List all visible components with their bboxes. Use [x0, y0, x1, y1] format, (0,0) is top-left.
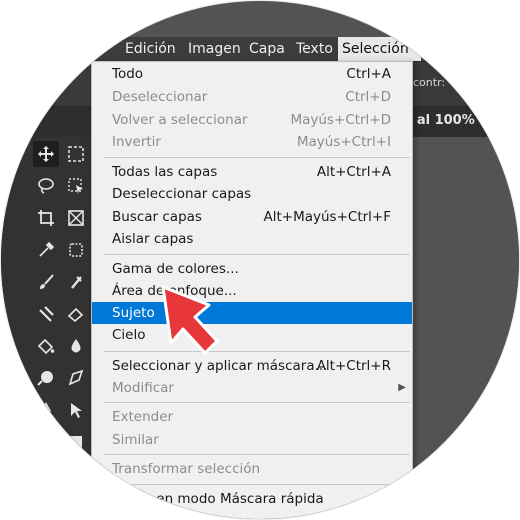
menu-item-deseleccionar: Deseleccionar Ctrl+D [112, 89, 391, 105]
pen-icon[interactable] [33, 397, 59, 423]
marquee-icon[interactable] [63, 141, 89, 167]
menu-item-modificar: Modificar ▶ [92, 377, 412, 399]
menu-item-transformar-seleccion: Transformar selección [112, 461, 261, 477]
menu-item-volver-a-seleccionar: Volver a seleccionar Mayús+Ctrl+D [112, 112, 391, 128]
seleccion-dropdown-menu: Todo Ctrl+A Deseleccionar Ctrl+D Volver … [91, 61, 413, 519]
stamp-icon[interactable] [33, 301, 59, 327]
menu-separator [104, 351, 410, 352]
document-tab-label[interactable]: d al 100% [403, 113, 475, 128]
screenshot-viewport: Edición Imagen Capa Texto Selección cont… [0, 0, 520, 520]
brush-icon[interactable] [33, 269, 59, 295]
menu-item-todas-las-capas[interactable]: Todas las capas Alt+Ctrl+A [92, 161, 412, 183]
menu-item-deseleccionar-capas[interactable]: Deseleccionar capas [92, 183, 412, 205]
menu-edicion[interactable]: Edición [121, 37, 180, 61]
healing-icon[interactable] [63, 237, 89, 263]
menu-item-seleccionar-y-aplicar-mascara[interactable]: Seleccionar y aplicar máscara... Alt+Ctr… [92, 355, 412, 377]
menu-capa[interactable]: Capa [245, 37, 289, 61]
frame-icon[interactable] [63, 205, 89, 231]
pen-nib-icon[interactable] [63, 365, 89, 391]
menu-separator [104, 402, 410, 403]
pointer-arrow-icon [161, 285, 219, 355]
menu-item-mascara-rapida[interactable]: Editar en modo Máscara rápida [92, 488, 412, 510]
menu-bar: Edición Imagen Capa Texto Selección [1, 37, 519, 62]
options-contrast-label: contr: [413, 76, 446, 89]
object-select-icon[interactable] [63, 173, 89, 199]
menu-item-aislar-capas[interactable]: Aislar capas [92, 228, 412, 250]
blur-icon[interactable] [63, 333, 89, 359]
lasso-icon[interactable] [33, 173, 59, 199]
menu-item-extender: Extender [112, 409, 174, 425]
menu-item-invertir: Invertir Mayús+Ctrl+I [112, 134, 391, 150]
move-icon[interactable] [33, 141, 59, 167]
paint-bucket-icon[interactable] [33, 333, 59, 359]
menu-texto[interactable]: Texto [292, 37, 337, 61]
dodge-icon[interactable] [33, 365, 59, 391]
menu-separator [104, 157, 410, 158]
paintbrush-alt-icon[interactable] [63, 269, 89, 295]
path-select-icon[interactable] [63, 397, 89, 423]
tools-panel [1, 137, 94, 519]
menu-separator [104, 484, 410, 485]
menu-item-sujeto[interactable]: Sujeto [92, 302, 412, 324]
eyedropper-icon[interactable] [33, 237, 59, 263]
menu-seleccion[interactable]: Selección [338, 37, 421, 61]
crop-icon[interactable] [33, 205, 59, 231]
type-icon[interactable] [33, 429, 59, 455]
menu-item-gama-de-colores[interactable]: Gama de colores... [92, 258, 412, 280]
submenu-arrow-icon: ▶ [398, 382, 406, 393]
menu-item-area-de-enfoque[interactable]: Área de enfoque... [92, 280, 412, 302]
menu-item-similar: Similar [112, 432, 159, 448]
menu-imagen[interactable]: Imagen [184, 37, 245, 61]
eraser-icon[interactable] [63, 301, 89, 327]
shape-icon[interactable] [63, 429, 89, 455]
menu-separator [104, 454, 410, 455]
menu-separator [104, 254, 410, 255]
menu-item-cielo[interactable]: Cielo [92, 324, 412, 346]
menu-item-todo[interactable]: Todo Ctrl+A [92, 63, 412, 85]
menu-item-buscar-capas[interactable]: Buscar capas Alt+Mayús+Ctrl+F [92, 206, 412, 228]
